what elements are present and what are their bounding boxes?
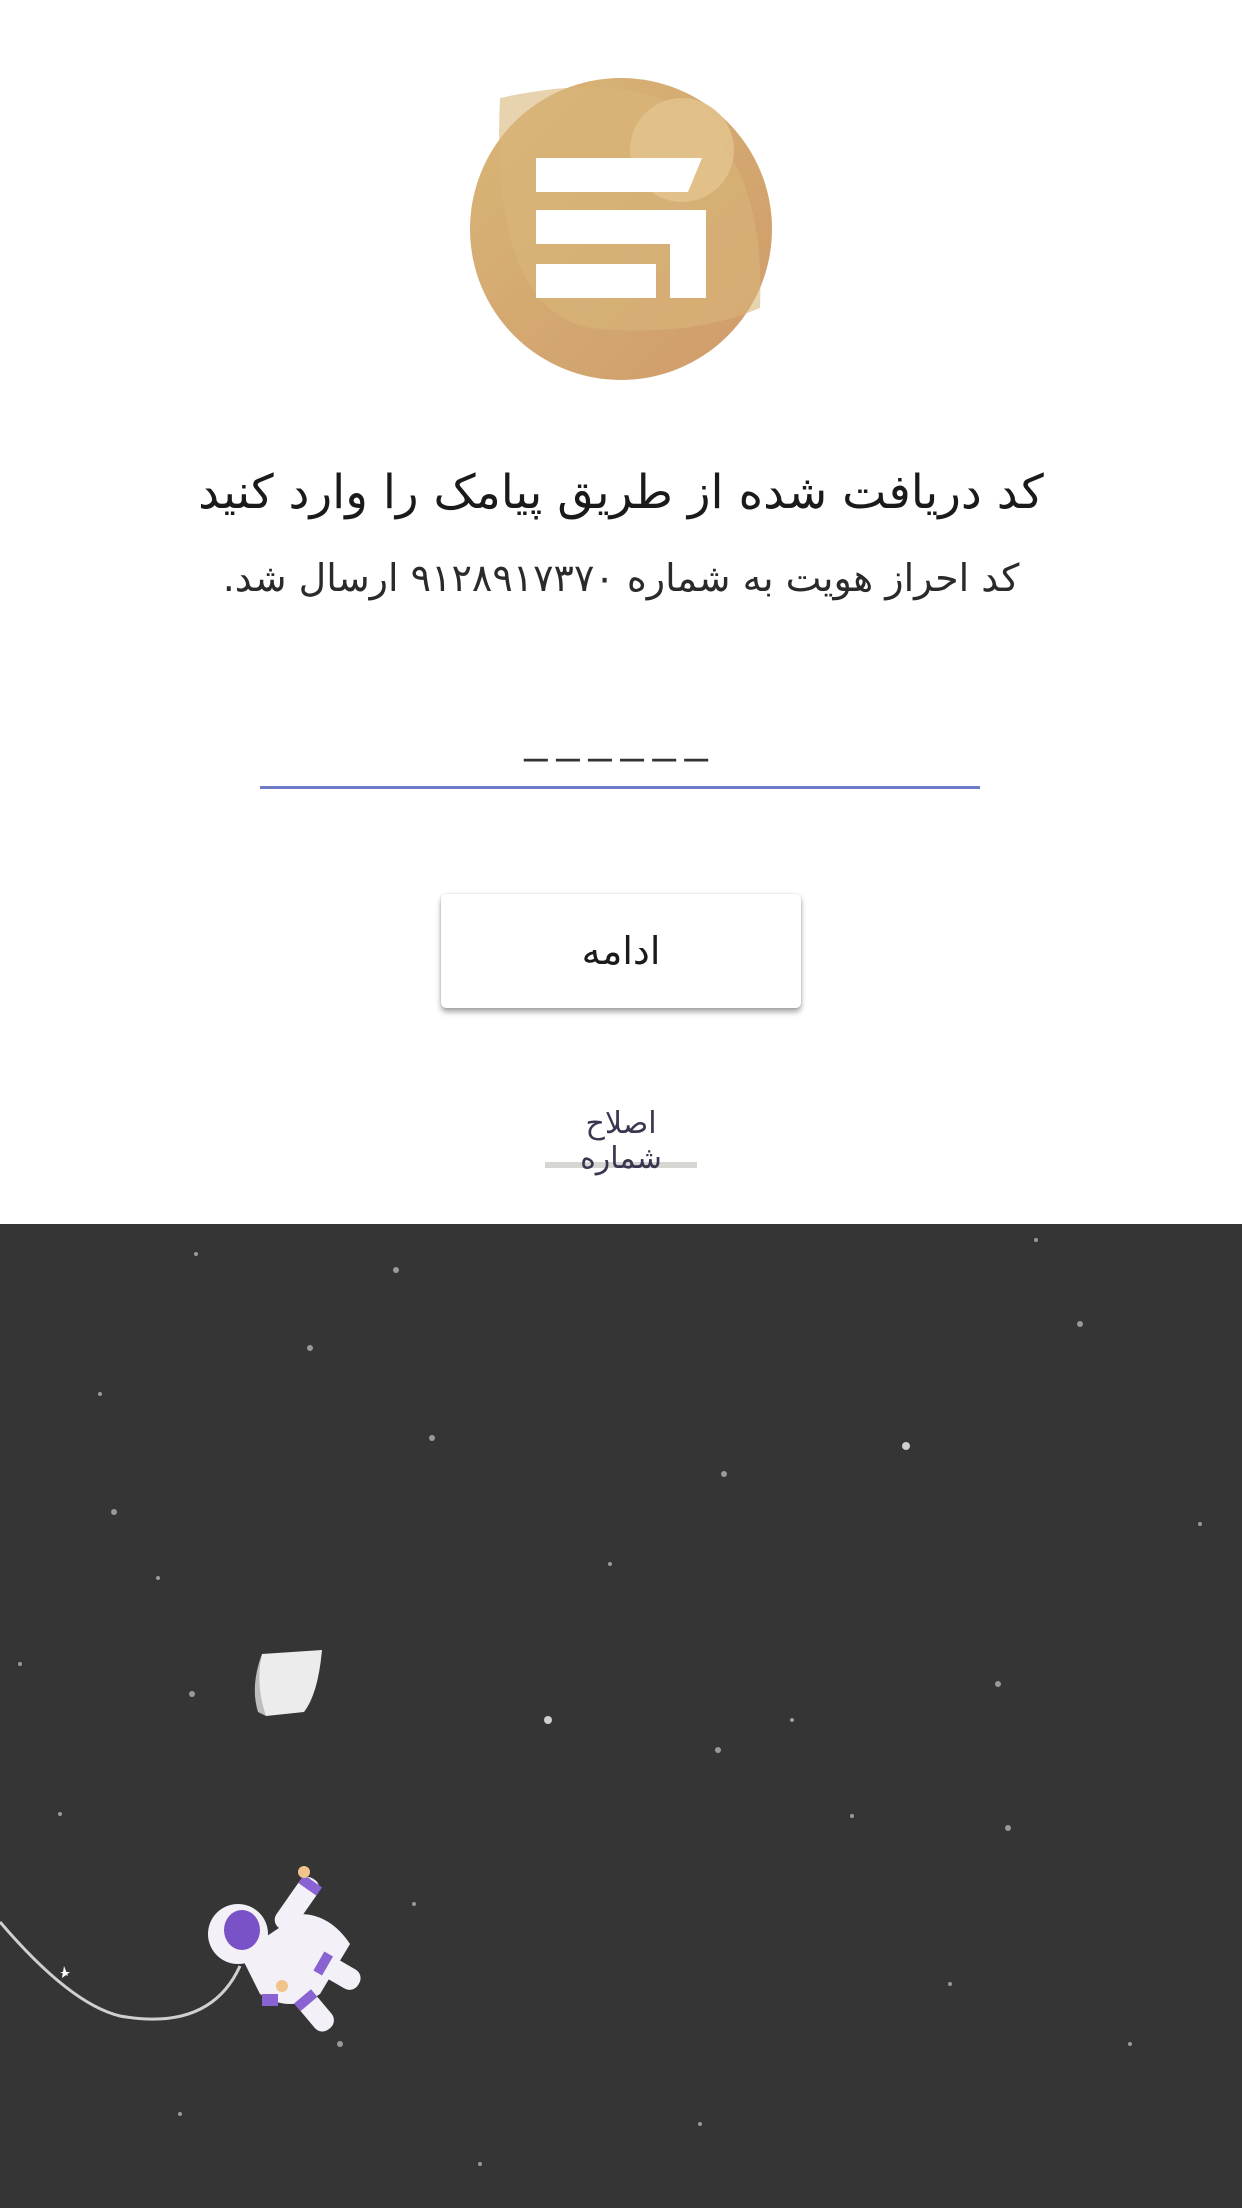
astronaut-figure (208, 1866, 361, 2032)
page-title: کد دریافت شده از طریق پیامک را وارد کنید (198, 465, 1044, 520)
brand-logo-icon (470, 78, 772, 380)
stars (18, 1238, 1202, 2166)
verification-code-input[interactable] (260, 730, 980, 789)
twinkle-star-icon (60, 1966, 70, 1978)
sent-to-number-text: کد احراز هویت به شماره ۹۱۲۸۹۱۷۳۷۰ ارسال … (222, 556, 1020, 600)
verification-panel: کد دریافت شده از طریق پیامک را وارد کنید… (0, 0, 1242, 1224)
tether-line (0, 1921, 242, 2021)
edit-number-link[interactable]: اصلاح شماره (545, 1106, 697, 1176)
space-illustration (0, 1224, 1242, 2208)
continue-button[interactable]: ادامه (441, 894, 801, 1008)
floating-paper-icon (254, 1650, 322, 1716)
astronaut-illustration (0, 1238, 1202, 2166)
